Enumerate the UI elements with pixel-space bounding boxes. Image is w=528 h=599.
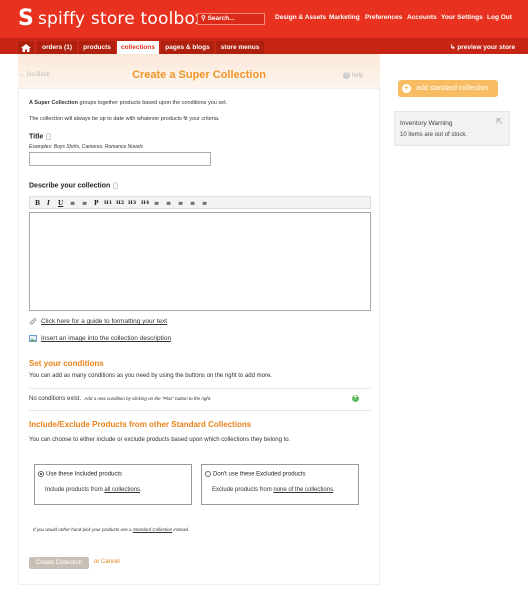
title-input[interactable] <box>29 152 211 166</box>
conditions-empty-text: No conditions exist. <box>29 396 82 402</box>
format-guide-text: Click here for a guide to formatting you… <box>41 318 168 326</box>
create-collection-button[interactable]: Create Collection <box>29 557 89 569</box>
intro-line-1: A Super Collection groups together produ… <box>29 100 227 106</box>
nav-log-out[interactable]: Log Out <box>487 14 512 21</box>
include-exclude-heading: Include/Exclude Products from other Stan… <box>29 420 252 429</box>
lightbulb-icon[interactable] <box>113 182 119 189</box>
tab-home[interactable] <box>18 41 34 54</box>
exclude-desc-post: . <box>333 487 335 493</box>
note-pre: If you would rather hand-pick your produ… <box>33 527 133 532</box>
insert-image-text: Insert an image into the collection desc… <box>41 335 172 343</box>
title-label: Title <box>29 133 52 141</box>
inventory-warning-title: Inventory Warning <box>400 120 453 127</box>
bold-button[interactable]: B <box>35 200 40 207</box>
include-exclude-description: You can choose to either include or excl… <box>29 437 291 443</box>
description-editor[interactable] <box>29 212 371 311</box>
help-icon: ? <box>343 72 350 79</box>
underline-button[interactable]: U <box>58 200 63 207</box>
exclude-option-title[interactable]: Don't use these Excluded products <box>205 471 306 478</box>
include-radio[interactable] <box>38 471 44 477</box>
nav-design-assets[interactable]: Design & Assets <box>275 14 326 21</box>
collapse-arrow-icon[interactable]: ⇱ <box>496 118 504 126</box>
title-label-text: Title <box>29 133 44 141</box>
tab-pages-blogs[interactable]: pages & blogs <box>161 41 214 54</box>
nav-preferences[interactable]: Preferences <box>365 14 402 21</box>
inventory-warning-text: 10 items are out of stock. <box>400 132 468 138</box>
conditions-empty: No conditions exist. Add a new condition… <box>29 396 211 402</box>
tab-collections[interactable]: collections <box>117 41 159 54</box>
italic-button[interactable]: I <box>47 200 50 207</box>
include-desc-post: . <box>140 487 142 493</box>
conditions-empty-hint: Add a new condition by clicking on the "… <box>84 396 212 401</box>
page-title: Create a Super Collection <box>132 69 266 81</box>
title-examples: Examples: Boys Shirts, Cameras, Romance … <box>29 144 143 150</box>
conditions-divider-bottom <box>29 410 371 411</box>
heading2-button[interactable]: H2 <box>116 200 124 206</box>
note-post: instead. <box>172 527 190 532</box>
add-standard-label: add standard collection <box>416 85 488 92</box>
description-label-text: Describe your collection <box>29 182 111 190</box>
exclude-collections-link[interactable]: none of the collections <box>273 487 333 493</box>
bullet-list-button[interactable]: ≡ <box>70 200 75 207</box>
conditions-description: You can add as many conditions as you ne… <box>29 373 272 379</box>
intro-line-2: The collection will always be up to date… <box>29 116 220 122</box>
exclude-desc-pre: Exclude products from <box>212 487 274 493</box>
align-center-button[interactable]: ≡ <box>166 200 171 207</box>
paperclip-icon <box>29 318 37 325</box>
home-icon <box>21 44 31 52</box>
add-standard-collection-button[interactable]: + add standard collection <box>398 80 498 97</box>
inventory-warning-box: Inventory Warning 10 items are out of st… <box>394 111 510 146</box>
numbered-list-button[interactable]: ≡ <box>82 200 87 207</box>
help-link[interactable]: ? help <box>343 72 363 79</box>
align-left-button[interactable]: ≡ <box>154 200 159 207</box>
tab-store-menus[interactable]: store menus <box>216 41 264 54</box>
heading4-button[interactable]: H4 <box>141 200 149 206</box>
conditions-heading: Set your conditions <box>29 359 104 368</box>
align-right-button[interactable]: ≡ <box>178 200 183 207</box>
paragraph-button[interactable]: P <box>94 200 99 207</box>
search-placeholder: Search... <box>207 15 235 22</box>
spiffy-logo-icon[interactable]: S <box>18 8 34 30</box>
preview-store-link[interactable]: ↳ preview your store <box>450 43 515 51</box>
include-option-label: Use these Included products <box>46 471 123 478</box>
editor-toolbar <box>29 196 371 209</box>
indent-button[interactable]: ≡ <box>202 200 207 207</box>
align-justify-button[interactable]: ≡ <box>190 200 195 207</box>
intro-rest: groups together products based upon the … <box>78 100 228 106</box>
add-condition-plus-icon[interactable]: + <box>352 394 359 402</box>
lightbulb-icon[interactable] <box>46 133 52 140</box>
include-option-title[interactable]: Use these Included products <box>38 471 122 478</box>
cancel-link[interactable]: or Cancel <box>94 559 120 565</box>
heading1-button[interactable]: H1 <box>104 200 112 206</box>
nav-marketing[interactable]: Marketing <box>329 14 360 21</box>
help-label: help <box>352 73 364 80</box>
intro-bold: A Super Collection <box>29 100 78 106</box>
include-collections-link[interactable]: all collections <box>104 487 140 493</box>
insert-image-link[interactable]: Insert an image into the collection desc… <box>29 335 171 342</box>
tab-products[interactable]: products <box>79 41 115 54</box>
exclude-option-label: Don't use these Excluded products <box>213 471 306 478</box>
nav-accounts[interactable]: Accounts <box>407 14 437 21</box>
plus-circle-icon: + <box>402 84 411 93</box>
exclude-radio[interactable] <box>205 471 211 477</box>
exclude-option-description: Exclude products from none of the collec… <box>212 487 335 493</box>
heading3-button[interactable]: H3 <box>128 200 136 206</box>
tab-orders[interactable]: orders (1) <box>37 41 77 54</box>
search-icon: ⚲ <box>201 15 208 22</box>
description-label: Describe your collection <box>29 182 119 190</box>
format-guide-link[interactable]: Click here for a guide to formatting you… <box>29 318 167 325</box>
conditions-divider-top <box>29 388 371 389</box>
image-icon <box>29 335 37 342</box>
include-desc-pre: Include products from <box>45 487 105 493</box>
standard-collection-note: If you would rather hand-pick your produ… <box>33 527 189 532</box>
preview-store-label: preview your store <box>457 44 516 51</box>
search-input[interactable]: ⚲ Search... <box>197 13 265 25</box>
exclude-option-box[interactable]: Don't use these Excluded products Exclud… <box>201 464 359 505</box>
include-option-box[interactable]: Use these Included products Include prod… <box>34 464 192 505</box>
nav-your-settings[interactable]: Your Settings <box>441 14 483 21</box>
app-title[interactable]: spiffy store toolbox <box>38 9 205 29</box>
include-option-description: Include products from all collections. <box>45 487 142 493</box>
standard-collection-link[interactable]: Standard Collection <box>133 527 172 532</box>
